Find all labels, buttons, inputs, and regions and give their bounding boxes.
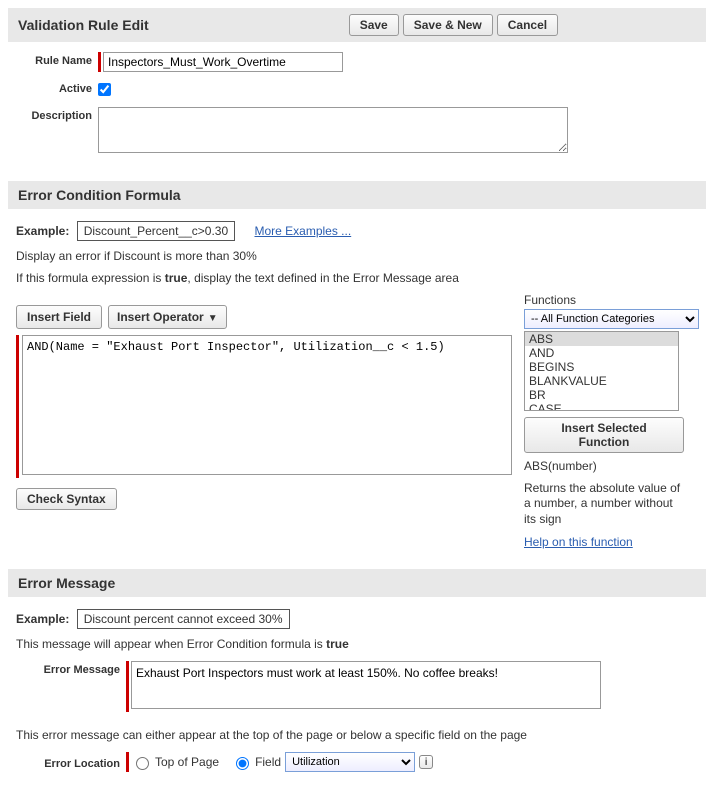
functions-panel: Functions -- All Function Categories ABS… bbox=[524, 293, 684, 549]
more-examples-link[interactable]: More Examples ... bbox=[254, 224, 351, 238]
error-message-required-indicator bbox=[126, 661, 601, 712]
error-location-note: This error message can either appear at … bbox=[16, 728, 698, 742]
rule-name-input[interactable] bbox=[103, 52, 343, 72]
formula-section-header: Error Condition Formula bbox=[8, 181, 706, 209]
active-label: Active bbox=[8, 80, 98, 95]
error-message-section-header: Error Message bbox=[8, 569, 706, 597]
insert-selected-function-button[interactable]: Insert Selected Function bbox=[524, 417, 684, 453]
error-location-label: Error Location bbox=[16, 755, 126, 770]
error-location-field-select[interactable]: Utilization bbox=[285, 752, 415, 772]
top-of-page-radio[interactable] bbox=[136, 757, 149, 770]
error-location-options: Top of Page Field Utilization i bbox=[126, 752, 433, 772]
formula-left: Insert Field Insert Operator▼ Check Synt… bbox=[16, 293, 512, 549]
functions-category-select[interactable]: -- All Function Categories bbox=[524, 309, 699, 329]
info-icon[interactable]: i bbox=[419, 755, 433, 769]
error-example-box: Discount percent cannot exceed 30% bbox=[77, 609, 290, 629]
error-appear-line: This message will appear when Error Cond… bbox=[16, 637, 698, 651]
function-signature: ABS(number) bbox=[524, 459, 684, 475]
save-new-button[interactable]: Save & New bbox=[403, 14, 493, 36]
error-message-body: Example: Discount percent cannot exceed … bbox=[8, 597, 706, 800]
insert-operator-button[interactable]: Insert Operator▼ bbox=[108, 305, 227, 329]
top-of-page-radio-label[interactable]: Top of Page bbox=[131, 754, 219, 770]
edit-header: Validation Rule Edit Save Save & New Can… bbox=[8, 8, 706, 42]
chevron-down-icon: ▼ bbox=[208, 313, 218, 324]
cancel-button[interactable]: Cancel bbox=[497, 14, 558, 36]
error-example-row: Example: Discount percent cannot exceed … bbox=[16, 609, 698, 629]
formula-section-body: Example: Discount_Percent__c>0.30 More E… bbox=[8, 209, 706, 569]
description-textarea[interactable] bbox=[98, 107, 568, 153]
error-message-label: Error Message bbox=[16, 661, 126, 676]
error-message-textarea[interactable] bbox=[131, 661, 601, 709]
field-radio[interactable] bbox=[236, 757, 249, 770]
help-function-link[interactable]: Help on this function bbox=[524, 535, 633, 549]
formula-textarea[interactable] bbox=[22, 335, 512, 475]
formula-example-label: Example: bbox=[16, 224, 69, 238]
formula-example-row: Example: Discount_Percent__c>0.30 More E… bbox=[16, 221, 698, 241]
function-list-item[interactable]: ABS bbox=[525, 332, 678, 346]
function-list-item[interactable]: CASE bbox=[525, 402, 678, 411]
description-label: Description bbox=[8, 107, 98, 122]
function-list-item[interactable]: AND bbox=[525, 346, 678, 360]
rule-name-label: Rule Name bbox=[8, 52, 98, 67]
function-list-item[interactable]: BEGINS bbox=[525, 360, 678, 374]
error-example-label: Example: bbox=[16, 612, 69, 626]
formula-required-indicator bbox=[16, 335, 512, 478]
required-indicator bbox=[98, 52, 343, 72]
insert-field-button[interactable]: Insert Field bbox=[16, 305, 102, 329]
check-syntax-button[interactable]: Check Syntax bbox=[16, 488, 117, 510]
field-radio-label[interactable]: Field bbox=[231, 754, 281, 770]
function-list-item[interactable]: BR bbox=[525, 388, 678, 402]
rule-form: Rule Name Active Description bbox=[8, 42, 706, 181]
formula-toolbar: Insert Field Insert Operator▼ bbox=[16, 305, 512, 329]
formula-if-line: If this formula expression is true, disp… bbox=[16, 271, 698, 285]
functions-list[interactable]: ABSANDBEGINSBLANKVALUEBRCASE bbox=[524, 331, 679, 411]
functions-title: Functions bbox=[524, 293, 684, 307]
header-buttons: Save Save & New Cancel bbox=[349, 14, 558, 36]
function-list-item[interactable]: BLANKVALUE bbox=[525, 374, 678, 388]
formula-example-box: Discount_Percent__c>0.30 bbox=[77, 221, 235, 241]
function-description: Returns the absolute value of a number, … bbox=[524, 481, 684, 528]
save-button[interactable]: Save bbox=[349, 14, 399, 36]
error-message-section-title: Error Message bbox=[18, 575, 115, 591]
active-checkbox[interactable] bbox=[98, 83, 111, 96]
formula-section-title: Error Condition Formula bbox=[18, 187, 181, 203]
page-title: Validation Rule Edit bbox=[18, 17, 149, 33]
formula-example-desc: Display an error if Discount is more tha… bbox=[16, 249, 698, 263]
